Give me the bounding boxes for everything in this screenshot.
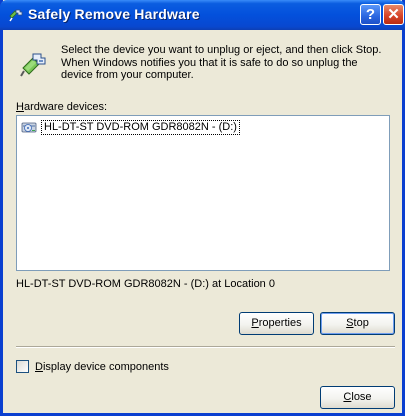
display-components-checkbox[interactable] [16, 360, 29, 373]
stop-button[interactable]: Stop [320, 312, 395, 335]
list-item[interactable]: HL-DT-ST DVD-ROM GDR8082N - (D:) [21, 119, 240, 135]
divider [16, 346, 395, 348]
window-close-button[interactable]: ✕ [383, 4, 404, 25]
hardware-devices-label: Hardware devices: [16, 101, 107, 113]
display-components-mnemonic: D [35, 360, 43, 373]
dialog-content: Select the device you want to unplug or … [3, 30, 402, 413]
safely-remove-hardware-large-icon [20, 53, 46, 77]
stop-label: top [353, 317, 369, 329]
hardware-devices-list[interactable]: HL-DT-ST DVD-ROM GDR8082N - (D:) [16, 115, 390, 271]
help-button[interactable]: ? [360, 4, 381, 25]
title-bar[interactable]: Safely Remove Hardware ? ✕ [0, 0, 405, 30]
close-label: lose [351, 391, 372, 403]
display-components-label-text: isplay device components [42, 360, 169, 373]
safely-remove-hardware-dialog: Safely Remove Hardware ? ✕ Select the de… [0, 0, 405, 416]
properties-label: roperties [258, 317, 302, 329]
close-button[interactable]: Close [320, 386, 395, 409]
window-title: Safely Remove Hardware [28, 6, 200, 22]
display-components-option[interactable]: Display device components [16, 360, 169, 373]
hardware-devices-mnemonic: H [16, 101, 24, 113]
hardware-devices-label-text: ardware devices: [23, 101, 108, 113]
device-name: HL-DT-ST DVD-ROM GDR8082N - (D:) [41, 119, 240, 135]
dvd-drive-icon [21, 122, 37, 133]
safely-remove-hardware-icon [9, 9, 23, 22]
instructions-text: Select the device you want to unplug or … [61, 44, 382, 81]
properties-button[interactable]: Properties [239, 312, 314, 335]
device-location-text: HL-DT-ST DVD-ROM GDR8082N - (D:) at Loca… [16, 278, 275, 290]
properties-mnemonic: P [251, 317, 259, 329]
stop-mnemonic: S [346, 317, 354, 329]
display-components-label: Display device components [35, 361, 169, 373]
